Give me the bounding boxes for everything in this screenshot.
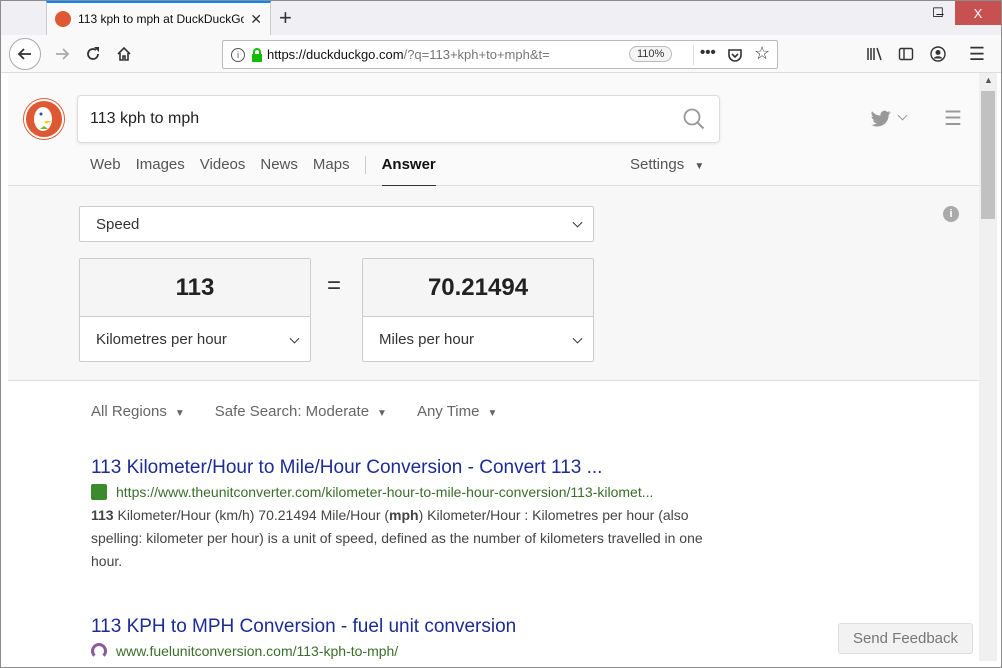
tab-active[interactable]: 113 kph to mph at DuckDuckGo ✕ <box>46 1 271 35</box>
search-query: 113 kph to mph <box>90 110 200 127</box>
arrow-right-icon <box>56 48 70 60</box>
time-filter[interactable]: Any Time ▼ <box>417 403 497 420</box>
nav-web[interactable]: Web <box>90 156 121 174</box>
tab-close-icon[interactable]: ✕ <box>250 11 262 28</box>
chevron-down-icon <box>572 333 583 344</box>
nav-divider <box>364 156 366 174</box>
menu-icon[interactable]: ☰ <box>967 44 987 64</box>
region-label: All Regions <box>91 403 167 420</box>
snippet-text: Kilometer/Hour (km/h) 70.21494 Mile/Hour… <box>113 507 390 523</box>
result-snippet: 113 Kilometer/Hour (km/h) 70.21494 Mile/… <box>91 504 731 573</box>
search-type-nav: Web Images Videos News Maps Answer <box>90 156 451 187</box>
twitter-icon[interactable] <box>870 110 892 128</box>
result-url[interactable]: https://www.theunitconverter.com/kilomet… <box>91 484 731 500</box>
result-title-link[interactable]: 113 KPH to MPH Conversion - fuel unit co… <box>91 616 731 638</box>
info-icon[interactable]: i <box>231 47 245 62</box>
caret-down-icon: ▼ <box>694 161 705 172</box>
nav-maps[interactable]: Maps <box>313 156 350 174</box>
settings-label: Settings <box>630 156 685 173</box>
search-input[interactable]: 113 kph to mph <box>77 95 720 143</box>
arrow-left-icon <box>17 48 31 60</box>
caret-down-icon: ▼ <box>174 408 185 419</box>
more-actions-icon[interactable]: ••• <box>700 44 716 61</box>
url-text[interactable]: https://duckduckgo.com/?q=113+kph+to+mph… <box>267 47 587 62</box>
category-value: Speed <box>96 215 140 233</box>
result-url-text: www.fuelunitconversion.com/113-kph-to-mp… <box>116 643 399 659</box>
search-filters: All Regions ▼ Safe Search: Moderate ▼ Any … <box>91 403 527 420</box>
forward-button[interactable] <box>52 44 72 64</box>
to-value-input[interactable]: 70.21494 <box>363 259 593 317</box>
result-url[interactable]: www.fuelunitconversion.com/113-kph-to-mp… <box>91 643 731 659</box>
snippet-bold: 113 <box>91 507 114 523</box>
back-button[interactable] <box>9 38 41 70</box>
time-label: Any Time <box>416 403 480 420</box>
from-value-input[interactable]: 113 <box>80 259 310 317</box>
nav-toolbar: i https://duckduckgo.com/?q=113+kph+to+m… <box>1 35 1001 73</box>
result-url-text: https://www.theunitconverter.com/kilomet… <box>116 484 654 500</box>
nav-videos[interactable]: Videos <box>200 156 246 174</box>
bookmark-star-icon[interactable]: ☆ <box>754 43 770 64</box>
safe-search-filter[interactable]: Safe Search: Moderate ▼ <box>215 403 387 420</box>
divider <box>693 45 694 65</box>
to-unit-label: Miles per hour <box>379 331 475 348</box>
from-unit-select[interactable]: Kilometres per hour <box>80 317 310 362</box>
lock-icon <box>252 47 262 62</box>
caret-down-icon: ▼ <box>487 408 498 419</box>
pocket-icon[interactable] <box>727 47 743 63</box>
chevron-down-icon <box>289 333 300 344</box>
from-unit-box: 113 Kilometres per hour <box>79 258 311 362</box>
zoom-level-badge[interactable]: 110% <box>629 46 673 62</box>
scroll-up-icon[interactable]: ▲ <box>984 75 993 85</box>
caret-down-icon: ▼ <box>377 408 387 419</box>
search-result: 113 KPH to MPH Conversion - fuel unit co… <box>91 616 731 659</box>
duckduckgo-favicon <box>55 11 71 27</box>
nav-news[interactable]: News <box>260 156 298 174</box>
category-select[interactable]: Speed <box>79 206 594 242</box>
tab-bar: 113 kph to mph at DuckDuckGo ✕ + ‒ <box>1 1 1001 35</box>
search-result: 113 Kilometer/Hour to Mile/Hour Conversi… <box>91 457 731 573</box>
to-unit-select[interactable]: Miles per hour <box>363 317 593 362</box>
home-button[interactable] <box>114 44 134 64</box>
unit-converter: Speed i 113 Kilometres per hour = 70.214… <box>8 186 979 381</box>
result-title-link[interactable]: 113 Kilometer/Hour to Mile/Hour Conversi… <box>91 457 731 479</box>
chevron-down-icon <box>572 217 583 228</box>
safe-search-label: Safe Search: Moderate <box>214 403 370 420</box>
new-tab-button[interactable]: + <box>279 5 292 31</box>
chevron-down-icon[interactable] <box>897 110 908 121</box>
site-favicon <box>91 643 107 659</box>
site-favicon <box>91 484 107 500</box>
url-bar[interactable]: i https://duckduckgo.com/?q=113+kph+to+m… <box>222 40 778 69</box>
browser-window: 113 kph to mph at DuckDuckGo ✕ + ‒ ☐ X i… <box>0 0 1002 668</box>
page-content: 113 kph to mph ☰ Web Images Videos News … <box>8 73 979 661</box>
close-window-button[interactable]: X <box>955 1 1001 25</box>
nav-images[interactable]: Images <box>136 156 185 174</box>
snippet-bold: mph <box>389 507 419 523</box>
hamburger-menu-icon[interactable]: ☰ <box>944 106 962 131</box>
duckduckgo-logo[interactable] <box>24 99 64 139</box>
reload-button[interactable] <box>83 44 103 64</box>
send-feedback-button[interactable]: Send Feedback <box>838 623 973 654</box>
info-icon[interactable]: i <box>943 206 959 222</box>
search-header: 113 kph to mph ☰ Web Images Videos News … <box>8 73 979 187</box>
scrollbar-thumb[interactable] <box>981 91 995 219</box>
equals-sign: = <box>327 272 342 299</box>
nav-answer[interactable]: Answer <box>381 156 436 187</box>
library-icon[interactable] <box>865 44 885 64</box>
search-icon[interactable] <box>683 108 705 130</box>
sidebar-icon[interactable] <box>896 44 916 64</box>
to-unit-box: 70.21494 Miles per hour <box>362 258 594 362</box>
tab-title: 113 kph to mph at DuckDuckGo <box>78 12 245 26</box>
reload-icon <box>87 47 99 60</box>
scrollbar[interactable]: ▲ <box>979 73 997 661</box>
from-unit-label: Kilometres per hour <box>96 331 227 348</box>
home-icon <box>117 46 131 61</box>
account-icon[interactable] <box>928 44 948 64</box>
region-filter[interactable]: All Regions ▼ <box>91 403 185 420</box>
settings-dropdown[interactable]: Settings ▼ <box>630 156 704 173</box>
